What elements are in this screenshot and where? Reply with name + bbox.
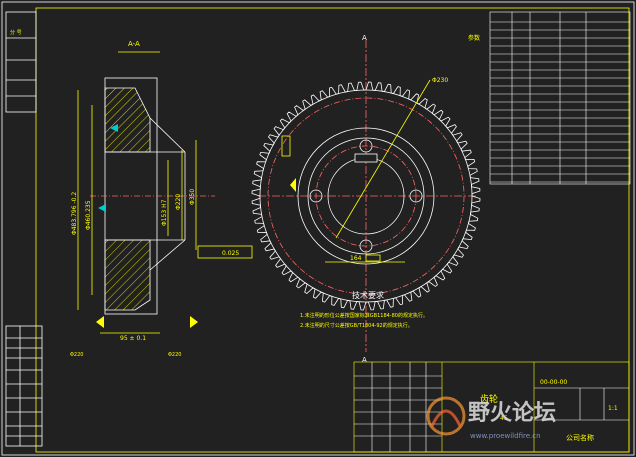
dim-outer-diameter: Φ483.796 -0.2 bbox=[71, 192, 78, 235]
tech-req-1: 1.未注明的形位公差按国家标准GB1184-80的规定执行。 bbox=[300, 312, 428, 319]
dim-bore: Φ153 H7 bbox=[161, 199, 168, 226]
params-table-title: 参数 bbox=[468, 34, 480, 42]
title-scale: 1:1 bbox=[608, 405, 618, 412]
section-mark-top: A bbox=[362, 34, 367, 42]
parameter-table: 参数 bbox=[468, 11, 631, 185]
left-top-stamp: 分 号 bbox=[5, 11, 37, 113]
watermark-url: www.proewildfire.cn bbox=[470, 432, 541, 440]
section-mark-bottom: A bbox=[362, 356, 367, 364]
tech-req-title: 技术要求 bbox=[352, 290, 384, 300]
dim-bolt-hole-left: Φ220 bbox=[70, 352, 83, 358]
svg-text:分 号: 分 号 bbox=[10, 29, 22, 36]
dim-center-hole: Φ230 bbox=[432, 77, 448, 84]
cad-drawing: 分 号 A-A Φ483.796 -0.2 Φ460.235 Φ153 H7 Φ… bbox=[1, 1, 635, 456]
dim-hub: Φ220 bbox=[175, 194, 182, 210]
watermark: 野火论坛 www.proewildfire.cn bbox=[426, 396, 556, 440]
dim-runout: 0.025 bbox=[222, 250, 239, 257]
tech-req-2: 2.未注明的尺寸公差按GB/T1804-92的规定执行。 bbox=[300, 322, 413, 329]
title-drawing-no: 00-00-00 bbox=[540, 379, 567, 386]
dim-keyway: 164 bbox=[350, 255, 362, 262]
dim-tooth-width: 95 ± 0.1 bbox=[120, 335, 146, 342]
watermark-text: 野火论坛 bbox=[468, 400, 556, 426]
title-company: 公司名称 bbox=[566, 433, 594, 442]
dim-root-diameter: Φ460.235 bbox=[85, 200, 92, 230]
dim-bolt-hole-right: Φ220 bbox=[168, 352, 181, 358]
section-view: A-A Φ483.796 -0.2 Φ460.235 Φ153 H7 Φ220 … bbox=[70, 40, 253, 358]
section-title: A-A bbox=[128, 40, 140, 48]
left-bottom-stamp bbox=[5, 325, 43, 447]
dim-hub-outer: Φ350 bbox=[189, 189, 196, 205]
